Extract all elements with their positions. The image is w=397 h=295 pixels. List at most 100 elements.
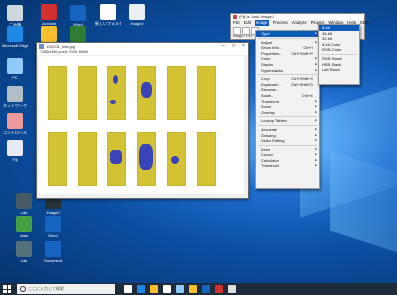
word-icon[interactable] xyxy=(202,285,210,293)
imagej-icon[interactable] xyxy=(215,285,223,293)
imagej-titlebar[interactable]: (Fiji Is Just) ImageJ xyxy=(231,14,364,20)
menu-item-video-editing[interactable]: Video Editing ▸ xyxy=(256,138,319,144)
desktop-icon[interactable]: ImageJ xyxy=(124,4,150,26)
desktop-icon[interactable]: Word xyxy=(65,5,91,27)
test-strip xyxy=(78,66,97,120)
image-window-title: DSC01_test.jpg xyxy=(47,44,76,49)
menu-item-label: Transform xyxy=(261,98,280,104)
menu-item-label: Show Info... xyxy=(261,45,283,51)
menu-item-label: Threshold xyxy=(261,163,279,169)
menu-item-label: Video Editing xyxy=(261,138,285,144)
menu-item-label: Zoom xyxy=(261,104,272,110)
submenu-arrow-icon: ▸ xyxy=(315,67,317,72)
desktop-icon[interactable]: Lab xyxy=(11,193,37,215)
wallpaper-light xyxy=(330,150,397,270)
menu-separator xyxy=(258,37,317,39)
desktop-icon[interactable]: ごみ箱 xyxy=(2,5,28,27)
menu-item-label: Color xyxy=(261,56,271,62)
desktop-icon[interactable]: Acrobat xyxy=(36,4,62,26)
menu-item-lookup-tables[interactable]: Lookup Tables ▸ xyxy=(256,118,319,124)
menu-item-threshold[interactable]: Threshold ▸ xyxy=(256,163,319,169)
menu-item-label: Duplicate... xyxy=(261,81,282,87)
fiji-icon[interactable] xyxy=(228,285,236,293)
status-text: ImageJ 1.53 xyxy=(233,34,253,38)
menu-item-hyperstacks[interactable]: Hyperstacks ▸ xyxy=(256,68,319,74)
desktop-icon[interactable]: Lab xyxy=(11,241,37,263)
app-icon xyxy=(16,241,32,257)
imagej-icon xyxy=(129,4,145,20)
word-icon xyxy=(45,241,61,257)
stain xyxy=(171,156,179,164)
chrome-icon[interactable] xyxy=(189,285,197,293)
imagej-logo-icon xyxy=(233,15,237,19)
maximize-icon[interactable]: □ xyxy=(229,43,238,50)
submenu-arrow-icon: ▸ xyxy=(315,109,317,114)
stain xyxy=(141,82,152,98)
imagej-title: (Fiji Is Just) ImageJ xyxy=(239,14,274,19)
chrome-icon xyxy=(41,26,57,42)
test-strip xyxy=(48,66,67,120)
network-icon xyxy=(7,86,23,102)
menu-item-label: Stacks xyxy=(261,61,274,67)
word-icon xyxy=(70,5,86,21)
menu-item-label: Properties... xyxy=(261,50,283,56)
desktop-icon[interactable]: 新しいフォルダ xyxy=(95,4,121,26)
store-icon[interactable] xyxy=(163,285,171,293)
start-button[interactable] xyxy=(3,285,11,293)
menu-item-label: Annotate xyxy=(261,126,278,132)
desktop-icon[interactable]: data xyxy=(11,216,37,238)
menu-image[interactable]: Image xyxy=(254,20,269,26)
desktop-icon[interactable]: Fiji xyxy=(2,140,28,162)
desktop-icon-label: Document xyxy=(43,258,63,263)
windows-logo-icon xyxy=(7,289,11,293)
menu-sms[interactable]: SMS xyxy=(360,20,369,26)
desktop-icon[interactable]: PC xyxy=(2,58,28,80)
mail-icon[interactable] xyxy=(176,285,184,293)
submenu-arrow-icon: ▸ xyxy=(315,118,317,123)
menu-process[interactable]: Process xyxy=(273,20,288,26)
close-icon[interactable]: × xyxy=(239,43,248,50)
stain xyxy=(110,150,122,164)
menu-item-label: Axes xyxy=(261,146,270,152)
search-box[interactable]: ここに入力して検索 xyxy=(17,284,115,294)
desktop-icon-label: ImageJ xyxy=(46,210,60,215)
desktop-icon[interactable]: コントロール xyxy=(2,113,28,135)
menu-item-label: Type xyxy=(261,31,270,36)
desktop-icon-label: Lab xyxy=(20,210,28,215)
desktop-icon-label: 新しいフォルダ xyxy=(95,21,121,26)
menu-file[interactable]: File xyxy=(233,20,240,26)
control-panel-icon xyxy=(7,113,23,129)
submenu-arrow-icon: ▸ xyxy=(315,138,317,143)
image-window-titlebar[interactable]: DSC01_test.jpg – □ × xyxy=(37,43,248,50)
type-option[interactable]: RGB Color xyxy=(319,47,359,53)
stain xyxy=(139,144,153,170)
desktop-icon[interactable]: Word xyxy=(40,216,66,238)
pc-icon xyxy=(7,58,23,74)
type-option[interactable]: Lab Stack xyxy=(319,67,359,73)
menu-edit[interactable]: Edit xyxy=(244,20,251,26)
edge-icon[interactable] xyxy=(137,285,145,293)
menu-item-overlay[interactable]: Overlay ▸ xyxy=(256,110,319,116)
minimize-icon[interactable]: – xyxy=(219,43,228,50)
desktop-icon[interactable]: ネットワーク xyxy=(2,86,28,108)
taskbar: ここに入力して検索 xyxy=(0,283,397,295)
test-strip xyxy=(78,132,97,186)
excel-icon xyxy=(70,26,86,42)
explorer-icon[interactable] xyxy=(150,285,158,293)
desktop-icon[interactable]: Document xyxy=(40,241,66,263)
menu-item-label: Crop xyxy=(261,76,270,82)
menu-item-label: Lookup Tables xyxy=(261,118,287,124)
menu-item-type[interactable]: Type ▸ xyxy=(256,31,319,37)
menu-separator xyxy=(258,124,317,126)
image-window[interactable]: DSC01_test.jpg – □ × 7068x2456 pixels; R… xyxy=(36,42,249,199)
task-view-icon[interactable] xyxy=(124,285,132,293)
image-canvas[interactable] xyxy=(39,56,244,194)
desktop-icon[interactable]: Microsoft Edge xyxy=(2,26,28,48)
menu-item-label: Hyperstacks xyxy=(261,67,284,73)
desktop-icon-label: Word xyxy=(48,233,58,238)
test-strip xyxy=(48,132,67,186)
desktop-icon-label: Fiji xyxy=(12,157,18,162)
menu-item-label: Calculator xyxy=(261,157,280,163)
menu-analyze[interactable]: Analyze xyxy=(292,20,307,26)
type-submenu: 8-bit 16-bit 32-bit 8-bit Color RGB Color RGB… xyxy=(318,24,360,85)
